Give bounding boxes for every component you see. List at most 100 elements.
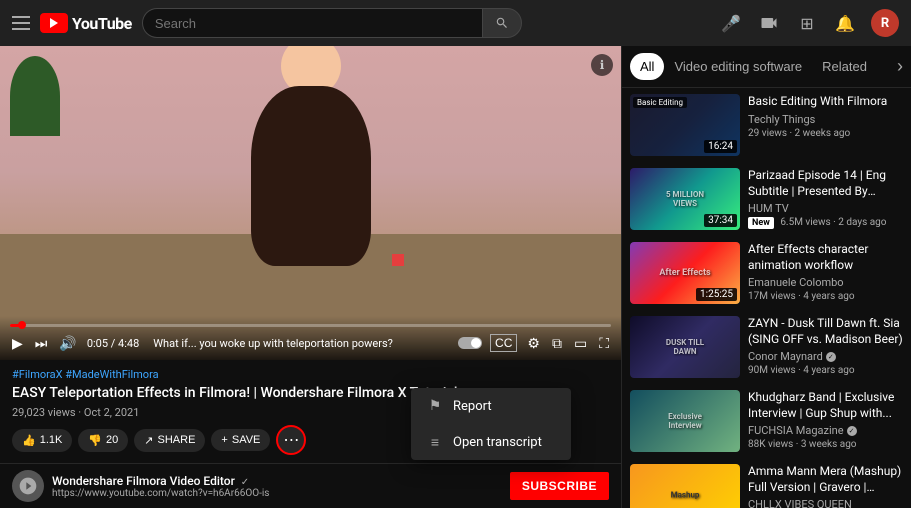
video-item-title: Khudgharz Band | Exclusive Interview | G… xyxy=(748,390,903,421)
search-icon xyxy=(495,16,509,30)
toggle-track xyxy=(458,337,482,349)
list-item[interactable]: After Effects 1:25:25 After Effects char… xyxy=(622,236,911,310)
sidebar-tabs: All Video editing software Related › xyxy=(622,46,911,88)
video-item-title: ZAYN - Dusk Till Dawn ft. Sia (SING OFF … xyxy=(748,316,903,347)
video-item-meta: 29 views · 2 weeks ago xyxy=(748,128,903,139)
channel-avatar[interactable] xyxy=(12,470,44,502)
tab-video-editing[interactable]: Video editing software xyxy=(664,53,812,80)
user-avatar[interactable]: R xyxy=(871,9,899,37)
list-item[interactable]: Exclusive Interview Khudgharz Band | Exc… xyxy=(622,384,911,458)
video-item-info: ZAYN - Dusk Till Dawn ft. Sia (SING OFF … xyxy=(748,316,903,378)
video-item-title: Parizaad Episode 14 | Eng Subtitle | Pre… xyxy=(748,168,903,199)
settings-button[interactable]: ⚙ xyxy=(525,333,542,354)
list-item[interactable]: Basic Editing 16:24 Basic Editing With F… xyxy=(622,88,911,162)
thumbs-up-icon: 👍 xyxy=(22,434,36,447)
video-thumbnail-6: Mashup xyxy=(630,464,740,508)
list-item[interactable]: Mashup Amma Mann Mera (Mashup) Full Vers… xyxy=(622,458,911,508)
video-item-meta: 17M views · 4 years ago xyxy=(748,291,903,302)
caption-text: What if... you woke up with teleportatio… xyxy=(147,337,450,350)
video-item-info: Khudgharz Band | Exclusive Interview | G… xyxy=(748,390,903,452)
next-button[interactable]: ⏭ xyxy=(33,333,50,354)
upload-icon[interactable] xyxy=(757,11,781,35)
video-item-channel: Emanuele Colombo xyxy=(748,276,903,289)
open-transcript-menu-item[interactable]: ≡ Open transcript xyxy=(411,424,571,460)
fullscreen-button[interactable]: ⛶ xyxy=(597,333,611,354)
subscribe-button[interactable]: SUBSCRIBE xyxy=(510,472,609,500)
autoplay-toggle[interactable] xyxy=(458,337,482,349)
video-item-title: After Effects character animation workfl… xyxy=(748,242,903,273)
video-item-meta: 88K views · 3 weeks ago xyxy=(748,439,903,450)
thumbnail-container: Basic Editing 16:24 xyxy=(630,94,740,156)
save-icon: + xyxy=(221,434,227,446)
hamburger-menu[interactable] xyxy=(12,16,30,30)
apps-icon[interactable]: ⊞ xyxy=(795,11,819,35)
report-icon: ⚑ xyxy=(427,398,443,414)
thumbnail-container: Mashup xyxy=(630,464,740,508)
info-badge[interactable]: ℹ xyxy=(591,54,613,76)
video-controls: ▶ ⏭ 🔊 0:05 / 4:48 What if... you woke up… xyxy=(0,316,621,360)
video-thumbnail-5: Exclusive Interview xyxy=(630,390,740,452)
miniplayer-button[interactable]: ⧉ xyxy=(550,333,564,354)
youtube-logo[interactable]: YouTube xyxy=(40,13,132,33)
video-item-info: Amma Mann Mera (Mashup) Full Version | G… xyxy=(748,464,903,508)
video-item-title: Amma Mann Mera (Mashup) Full Version | G… xyxy=(748,464,903,495)
video-item-channel: CHLLX VIBES QUEEN xyxy=(748,498,903,508)
share-button[interactable]: ↗ SHARE xyxy=(134,429,205,452)
tab-all[interactable]: All xyxy=(630,53,664,80)
verified-icon: ✓ xyxy=(826,352,836,362)
channel-name[interactable]: Wondershare Filmora Video Editor ✓ xyxy=(52,474,510,488)
transcript-label: Open transcript xyxy=(453,435,542,450)
tab-next-button[interactable]: › xyxy=(897,56,903,77)
search-input[interactable] xyxy=(142,8,482,38)
tab-related[interactable]: Related xyxy=(812,53,877,80)
video-item-channel: Conor Maynard ✓ xyxy=(748,350,903,363)
channel-info: Wondershare Filmora Video Editor ✓ https… xyxy=(52,474,510,499)
nav-left: YouTube xyxy=(12,13,132,33)
video-item-channel: HUM TV xyxy=(748,202,903,215)
thumbnail-container: Exclusive Interview xyxy=(630,390,740,452)
report-menu-item[interactable]: ⚑ Report xyxy=(411,388,571,424)
video-item-channel: FUCHSIA Magazine ✓ xyxy=(748,424,903,437)
volume-button[interactable]: 🔊 xyxy=(57,333,78,354)
play-button[interactable]: ▶ xyxy=(10,333,25,354)
list-item[interactable]: 5 MILLION VIEWS 37:34 Parizaad Episode 1… xyxy=(622,162,911,236)
video-item-info: After Effects character animation workfl… xyxy=(748,242,903,304)
channel-url: https://www.youtube.com/watch?v=h6Ar66OO… xyxy=(52,488,510,499)
thumbnail-container: 5 MILLION VIEWS 37:34 xyxy=(630,168,740,230)
video-item-info: Parizaad Episode 14 | Eng Subtitle | Pre… xyxy=(748,168,903,230)
yt-logo-icon xyxy=(40,13,68,33)
save-button[interactable]: + SAVE xyxy=(211,429,270,451)
subtitles-button[interactable]: CC xyxy=(490,334,517,352)
list-item[interactable]: DUSK TILL DAWN ZAYN - Dusk Till Dawn ft.… xyxy=(622,310,911,384)
dislike-button[interactable]: 👎 20 xyxy=(78,429,128,452)
more-actions-button[interactable]: ⋯ xyxy=(276,425,306,455)
yt-logo-text: YouTube xyxy=(72,14,132,33)
verified-badge: ✓ xyxy=(241,477,249,488)
video-list: Basic Editing 16:24 Basic Editing With F… xyxy=(622,88,911,508)
duration-badge: 37:34 xyxy=(704,214,737,227)
theater-button[interactable]: ▭ xyxy=(572,333,589,354)
like-button[interactable]: 👍 1.1K xyxy=(12,429,72,452)
controls-row: ▶ ⏭ 🔊 0:05 / 4:48 What if... you woke up… xyxy=(10,333,611,354)
verified-icon: ✓ xyxy=(847,426,857,436)
sidebar: All Video editing software Related › Bas… xyxy=(621,46,911,508)
thumbs-down-icon: 👎 xyxy=(88,434,102,447)
video-item-title: Basic Editing With Filmora xyxy=(748,94,903,110)
video-thumbnail: ℹ xyxy=(0,46,621,360)
toggle-thumb xyxy=(471,338,481,348)
video-tags: #FilmoraX #MadeWithFilmora xyxy=(12,368,609,381)
mic-icon[interactable]: 🎤 xyxy=(719,11,743,35)
notifications-icon[interactable]: 🔔 xyxy=(833,11,857,35)
progress-dot xyxy=(18,321,26,329)
search-container xyxy=(142,8,522,38)
duration-badge: 1:25:25 xyxy=(696,288,737,301)
nav-right: 🎤 ⊞ 🔔 R xyxy=(719,9,899,37)
video-item-meta: 90M views · 4 years ago xyxy=(748,365,903,376)
search-button[interactable] xyxy=(482,8,522,38)
video-item-channel: Techly Things xyxy=(748,113,903,126)
controls-right: CC ⚙ ⧉ ▭ ⛶ xyxy=(458,333,611,354)
video-player[interactable]: ℹ ▶ ⏭ 🔊 0:05 / 4:48 What if... you woke … xyxy=(0,46,621,360)
progress-bar[interactable] xyxy=(10,324,611,327)
thumbnail-container: After Effects 1:25:25 xyxy=(630,242,740,304)
new-badge: New xyxy=(748,217,774,229)
